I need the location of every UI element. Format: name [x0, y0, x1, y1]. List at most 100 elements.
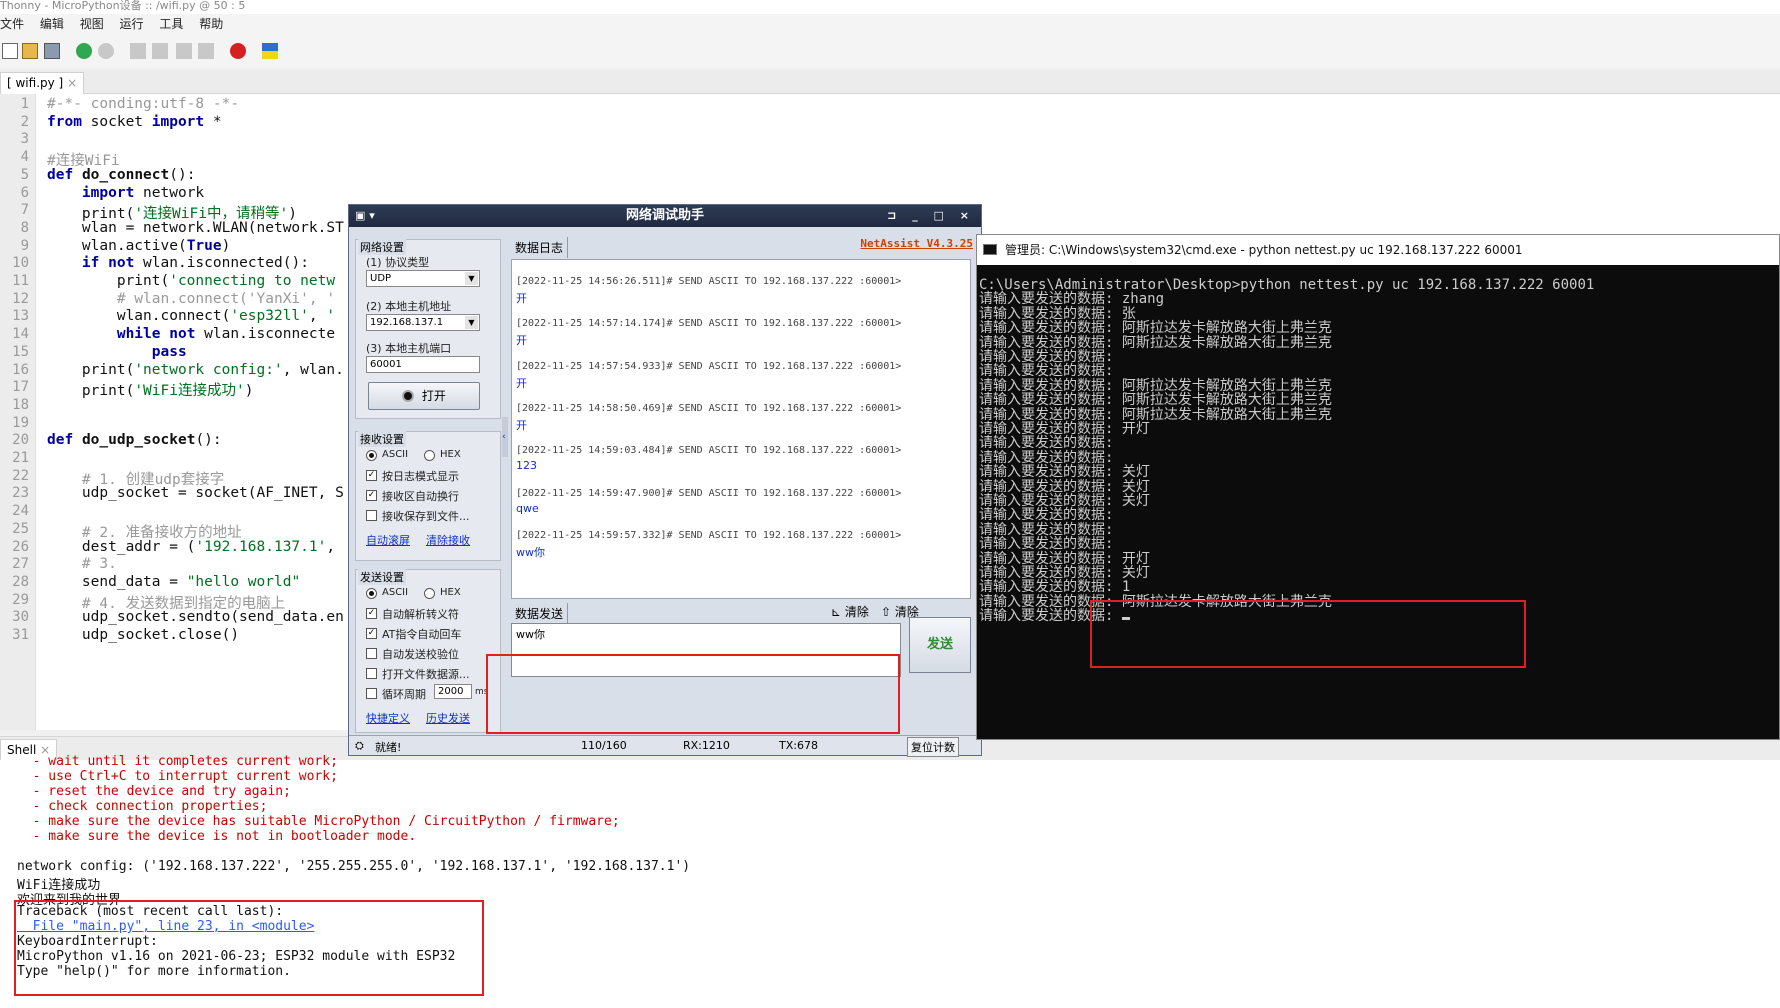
recv-log-mode-checkbox[interactable]: ✓	[366, 470, 377, 481]
shell-line: - make sure the device has suitable Micr…	[17, 814, 620, 829]
ukraine-flag-icon[interactable]	[262, 43, 278, 59]
reset-count-button[interactable]: 复位计数	[907, 737, 959, 757]
recv-opt2-label: 接收区自动换行	[382, 490, 459, 503]
menu-tools[interactable]: 工具	[159, 17, 183, 31]
code-line: wlan = network.WLAN(network.ST	[47, 219, 344, 236]
clear-arrow-icon: ⇧	[881, 605, 892, 619]
protocol-select[interactable]: UDP ▼	[366, 270, 480, 287]
close-tab-icon[interactable]: ×	[67, 76, 77, 90]
line-number: 28	[12, 573, 29, 590]
netassist-title: 网络调试助手	[625, 208, 704, 223]
shell-line: - reset the device and try again;	[17, 784, 291, 799]
debug-icon[interactable]	[98, 43, 114, 59]
save-icon[interactable]	[44, 43, 60, 59]
step-over-icon[interactable]	[130, 43, 146, 59]
send-button[interactable]: 发送	[909, 617, 971, 673]
chevron-down-icon: ▼	[465, 272, 478, 285]
status-rx: RX:1210	[683, 739, 730, 752]
cycle-input[interactable]: 2000	[434, 684, 472, 699]
menu-run[interactable]: 运行	[120, 17, 144, 31]
line-number: 4	[20, 149, 29, 166]
window-controls[interactable]: ⊐ _ □ ×	[887, 205, 975, 227]
port-input[interactable]: 60001	[366, 356, 480, 373]
send-checksum-checkbox[interactable]	[366, 648, 377, 659]
recv-ascii-radio[interactable]	[366, 450, 377, 461]
menu-view[interactable]: 视图	[80, 17, 104, 31]
recv-save-checkbox[interactable]	[366, 510, 377, 521]
data-log-area[interactable]: [2022-11-25 14:56:26.511]# SEND ASCII TO…	[511, 259, 971, 599]
menu-edit[interactable]: 编辑	[40, 17, 64, 31]
line-number: 27	[12, 556, 29, 573]
collapse-panel-icon[interactable]: ‹	[502, 417, 508, 457]
code-line: # 3.	[47, 556, 117, 573]
shell-line: - wait until it completes current work;	[17, 754, 338, 769]
clear-send-button[interactable]: ⊾ 清除	[831, 603, 869, 620]
recv-wrap-checkbox[interactable]: ✓	[366, 490, 377, 501]
line-number: 10	[12, 255, 29, 272]
open-file-icon[interactable]	[22, 43, 38, 59]
log-entry-value: 开	[516, 334, 527, 348]
port-label: (3) 本地主机端口	[366, 342, 452, 355]
code-line: print('network config:', wlan.	[47, 361, 344, 378]
auto-scroll-link[interactable]: 自动滚屏	[366, 532, 410, 548]
code-line: # wlan.connect('YanXi', '	[47, 290, 336, 307]
window-title: Thonny - MicroPython设备 :: /wifi.py @ 50 …	[0, 0, 246, 12]
recv-opt3-label: 接收保存到文件...	[382, 510, 470, 523]
clear-recv-link[interactable]: 清除接收	[426, 532, 470, 548]
step-out-icon[interactable]	[176, 43, 192, 59]
send-escape-checkbox[interactable]: ✓	[366, 608, 377, 619]
recv-hex-radio[interactable]	[424, 450, 435, 461]
recv-ascii-label: ASCII	[382, 449, 409, 460]
log-entry-value: ww你	[516, 545, 545, 559]
log-entry-header: [2022-11-25 14:59:47.900]# SEND ASCII TO…	[516, 487, 902, 499]
log-entry-value: 123	[516, 459, 537, 473]
code-line: dest_addr = ('192.168.137.1',	[47, 538, 336, 555]
code-line: udp_socket.close()	[47, 627, 240, 643]
send-file-checkbox[interactable]	[366, 668, 377, 679]
code-line: udp_socket = socket(AF_INET, S	[47, 485, 344, 502]
new-file-icon[interactable]	[2, 43, 18, 59]
recv-opt1-label: 按日志模式显示	[382, 470, 459, 483]
menu-bar: 文件 编辑 视图 运行 工具 帮助	[0, 14, 1780, 34]
annotation-box-shell	[14, 900, 484, 996]
window-menu-icon[interactable]: ▣ ▾	[355, 205, 375, 227]
data-log-tab[interactable]: 数据日志	[511, 237, 569, 258]
clear-label-1: 清除	[844, 605, 869, 619]
settings-panel: 网络设置 (1) 协议类型 UDP ▼ (2) 本地主机地址 192.168.13…	[355, 233, 501, 733]
resume-icon[interactable]	[198, 43, 214, 59]
run-icon[interactable]	[76, 43, 92, 59]
open-button[interactable]: 打开	[368, 382, 480, 410]
host-select[interactable]: 192.168.137.1 ▼	[366, 314, 480, 331]
brand-link[interactable]: NetAssist V4.3.25	[860, 237, 973, 250]
code-line: from socket import *	[47, 113, 222, 130]
send-cycle-checkbox[interactable]	[366, 688, 377, 699]
line-number: 7	[20, 202, 29, 219]
history-send-link[interactable]: 历史发送	[426, 710, 470, 726]
step-into-icon[interactable]	[152, 43, 168, 59]
send-hex-radio[interactable]	[424, 588, 435, 599]
line-number: 17	[12, 379, 29, 396]
line-number: 19	[12, 414, 29, 431]
send-at-checkbox[interactable]: ✓	[366, 628, 377, 639]
annotation-box-cmd	[1090, 600, 1526, 668]
tab-wifi-py[interactable]: [ wifi.py ] ×	[0, 72, 85, 94]
status-ready: 就绪!	[375, 741, 402, 754]
line-number: 26	[12, 538, 29, 555]
line-number-gutter: 1 2 3 4 5 6 7 8 9 10 11 12 13 14 15 16 17 18 19 20 21 22 23 24 2…	[0, 94, 36, 730]
shell-line: - make sure the device is not in bootloa…	[17, 829, 417, 844]
stop-icon[interactable]	[230, 43, 246, 59]
send-hex-label: HEX	[440, 587, 461, 598]
menu-file[interactable]: 文件	[0, 17, 24, 31]
data-send-tab[interactable]: 数据发送	[511, 603, 569, 624]
line-number: 20	[12, 432, 29, 449]
host-label: (2) 本地主机地址	[366, 300, 452, 313]
code-line: wlan.connect('esp32ll', '	[47, 308, 336, 325]
line-number: 16	[12, 361, 29, 378]
send-ascii-radio[interactable]	[366, 588, 377, 599]
quick-def-link[interactable]: 快捷定义	[366, 710, 410, 726]
cmd-console[interactable]: C:\Users\Administrator\Desktop>python ne…	[979, 277, 1779, 737]
open-button-label: 打开	[421, 389, 446, 403]
log-entry-header: [2022-11-25 14:57:54.933]# SEND ASCII TO…	[516, 360, 902, 372]
menu-help[interactable]: 帮助	[199, 17, 223, 31]
record-icon	[402, 390, 415, 402]
